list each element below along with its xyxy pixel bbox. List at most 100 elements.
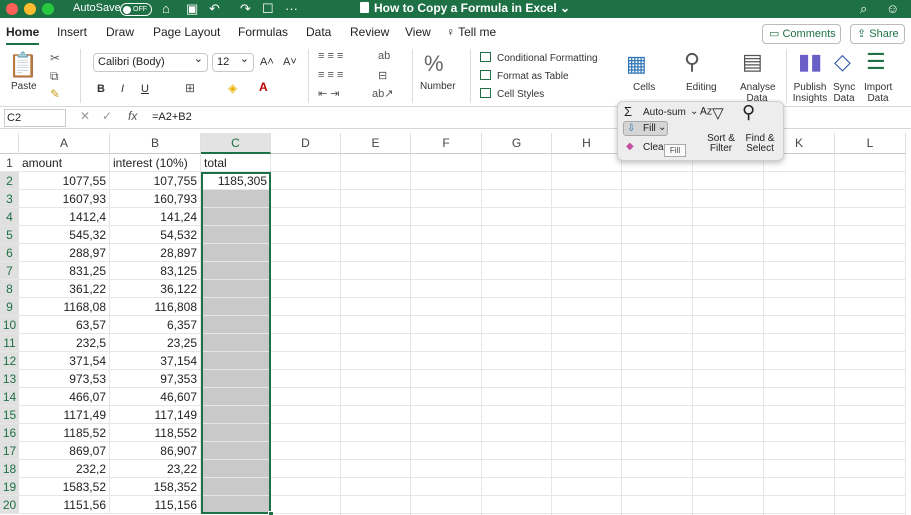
empty-cell[interactable] xyxy=(622,478,693,496)
autosave-toggle[interactable]: OFF xyxy=(120,3,152,16)
empty-cell[interactable] xyxy=(341,370,411,388)
interest-cell[interactable]: 141,24 xyxy=(110,208,201,226)
empty-cell[interactable] xyxy=(482,262,552,280)
enter-icon[interactable]: ✓ xyxy=(102,109,112,123)
empty-cell[interactable] xyxy=(271,442,341,460)
header-cell-amount[interactable]: amount xyxy=(19,154,110,172)
find-select-icon[interactable]: ⚲ xyxy=(742,102,755,123)
empty-cell[interactable] xyxy=(411,190,482,208)
empty-cell[interactable] xyxy=(341,298,411,316)
empty-cell[interactable] xyxy=(835,316,906,334)
empty-cell[interactable] xyxy=(341,244,411,262)
empty-cell[interactable] xyxy=(482,190,552,208)
font-color-icon[interactable]: A xyxy=(259,80,268,94)
empty-cell[interactable] xyxy=(411,226,482,244)
cells-icon[interactable]: ▦ xyxy=(626,51,647,77)
column-header-d[interactable]: D xyxy=(271,133,341,154)
empty-cell[interactable] xyxy=(764,388,835,406)
empty-cell[interactable] xyxy=(271,298,341,316)
empty-cell[interactable] xyxy=(271,190,341,208)
empty-cell[interactable] xyxy=(693,172,764,190)
interest-cell[interactable]: 158,352 xyxy=(110,478,201,496)
tab-page-layout[interactable]: Page Layout xyxy=(153,25,220,39)
empty-cell[interactable] xyxy=(693,244,764,262)
empty-cell[interactable] xyxy=(552,244,622,262)
format-painter-icon[interactable]: ✎ xyxy=(50,87,60,101)
indent-icon[interactable]: ⇤ ⇥ xyxy=(318,87,340,100)
interest-cell[interactable]: 46,607 xyxy=(110,388,201,406)
publish-insights-button[interactable]: Publish Insights xyxy=(792,82,828,104)
more-icon[interactable]: ··· xyxy=(285,0,298,18)
row-header-6[interactable]: 6 xyxy=(0,244,19,262)
empty-cell[interactable] xyxy=(552,190,622,208)
import-data-button[interactable]: Import Data xyxy=(864,82,892,104)
interest-cell[interactable]: 28,897 xyxy=(110,244,201,262)
empty-cell[interactable] xyxy=(271,262,341,280)
column-header-a[interactable]: A xyxy=(19,133,110,154)
interest-cell[interactable]: 23,25 xyxy=(110,334,201,352)
column-header-e[interactable]: E xyxy=(341,133,411,154)
tab-data[interactable]: Data xyxy=(306,25,331,39)
empty-cell[interactable] xyxy=(622,334,693,352)
empty-cell[interactable] xyxy=(693,460,764,478)
empty-cell[interactable] xyxy=(271,280,341,298)
amount-cell[interactable]: 1151,56 xyxy=(19,496,110,514)
row-header-18[interactable]: 18 xyxy=(0,460,19,478)
empty-cell[interactable] xyxy=(271,460,341,478)
tab-formulas[interactable]: Formulas xyxy=(238,25,288,39)
empty-cell[interactable] xyxy=(835,280,906,298)
empty-cell[interactable] xyxy=(552,262,622,280)
empty-cell[interactable] xyxy=(622,190,693,208)
column-header-f[interactable]: F xyxy=(411,133,482,154)
align-top-icon[interactable]: ≡ ≡ ≡ xyxy=(318,50,343,62)
empty-cell[interactable] xyxy=(764,334,835,352)
empty-cell[interactable] xyxy=(622,424,693,442)
empty-cell[interactable] xyxy=(552,280,622,298)
empty-cell[interactable] xyxy=(552,370,622,388)
interest-cell[interactable]: 37,154 xyxy=(110,352,201,370)
redo-icon[interactable]: ↷ xyxy=(240,0,251,18)
empty-cell[interactable] xyxy=(482,460,552,478)
empty-cell[interactable] xyxy=(764,424,835,442)
interest-cell[interactable]: 36,122 xyxy=(110,280,201,298)
borders-icon[interactable]: ⊞ xyxy=(185,81,195,95)
empty-cell[interactable] xyxy=(622,172,693,190)
sort-filter-button[interactable]: Sort & Filter xyxy=(704,134,738,154)
empty-cell[interactable] xyxy=(411,406,482,424)
empty-cell[interactable] xyxy=(622,226,693,244)
empty-cell[interactable] xyxy=(341,406,411,424)
empty-cell[interactable] xyxy=(341,442,411,460)
amount-cell[interactable]: 869,07 xyxy=(19,442,110,460)
empty-cell[interactable] xyxy=(622,280,693,298)
fill-handle[interactable] xyxy=(268,511,274,515)
row-header-17[interactable]: 17 xyxy=(0,442,19,460)
empty-cell[interactable] xyxy=(693,298,764,316)
merge-cells-icon[interactable]: ⊟ xyxy=(378,69,387,82)
empty-cell[interactable] xyxy=(693,334,764,352)
empty-cell[interactable] xyxy=(693,406,764,424)
empty-cell[interactable] xyxy=(622,316,693,334)
amount-cell[interactable]: 232,5 xyxy=(19,334,110,352)
number-format-button[interactable]: Number xyxy=(420,81,456,92)
tab-insert[interactable]: Insert xyxy=(57,25,87,39)
amount-cell[interactable]: 1583,52 xyxy=(19,478,110,496)
row-header-15[interactable]: 15 xyxy=(0,406,19,424)
row-header-7[interactable]: 7 xyxy=(0,262,19,280)
empty-cell[interactable] xyxy=(341,172,411,190)
empty-cell[interactable] xyxy=(552,406,622,424)
empty-cell[interactable] xyxy=(482,244,552,262)
empty-cell[interactable] xyxy=(693,496,764,514)
empty-cell[interactable] xyxy=(271,208,341,226)
empty-cell[interactable] xyxy=(341,280,411,298)
interest-cell[interactable]: 83,125 xyxy=(110,262,201,280)
empty-cell[interactable] xyxy=(622,496,693,514)
account-icon[interactable]: ☺ xyxy=(886,0,899,18)
tell-me-search[interactable]: ♀ Tell me xyxy=(446,25,496,39)
empty-cell[interactable] xyxy=(693,262,764,280)
empty-cell[interactable] xyxy=(764,496,835,514)
orientation-icon[interactable]: ab↗ xyxy=(372,87,393,100)
empty-cell[interactable] xyxy=(764,442,835,460)
empty-cell[interactable] xyxy=(341,334,411,352)
empty-cell[interactable] xyxy=(341,316,411,334)
title-chevron-icon[interactable]: ⌄ xyxy=(560,1,570,15)
